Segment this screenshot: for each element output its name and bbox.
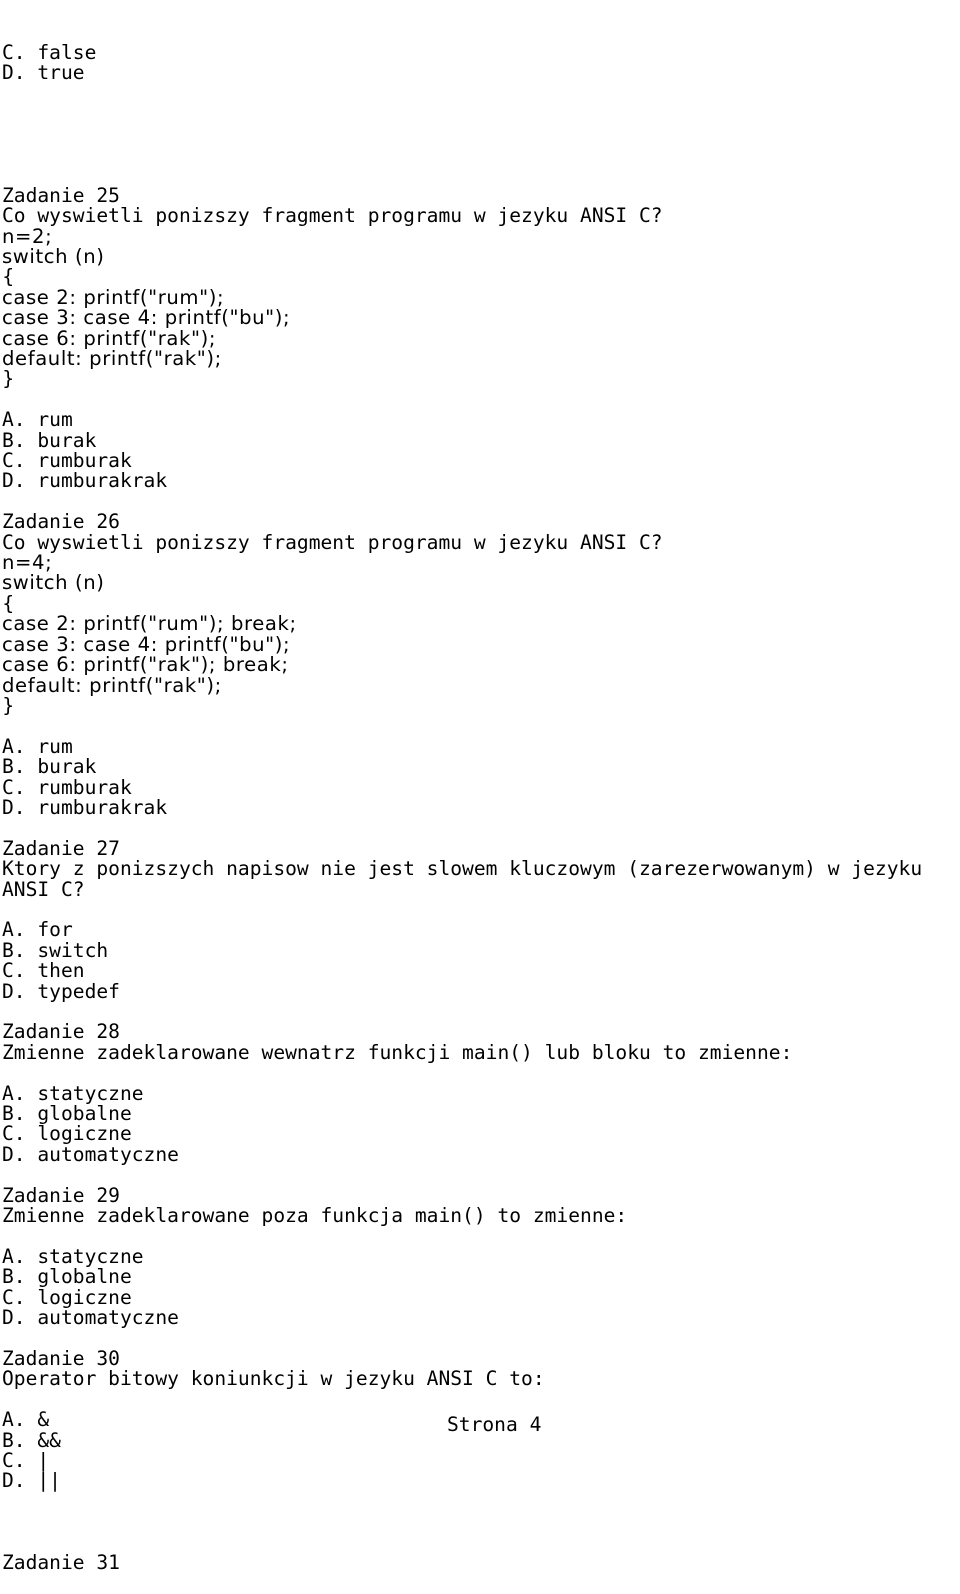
code-line: case 2: printf("rum"); break; xyxy=(2,612,297,636)
document-page: C. false D. true Zadanie 25 Co wyswietli p… xyxy=(2,2,960,1594)
answer-option: A. rum xyxy=(2,736,960,757)
answer-option: C. logiczne xyxy=(2,1124,960,1144)
code-line: n=4; xyxy=(2,551,53,575)
code-line: { xyxy=(2,591,16,615)
answer-option: B. globalne xyxy=(2,1103,960,1124)
task-section: Zadanie 29 Zmienne zadeklarowane poza fun… xyxy=(2,1183,960,1349)
answer-option: A. statyczne xyxy=(2,1083,960,1104)
option-text: automatyczne xyxy=(37,1306,179,1330)
option-separator xyxy=(26,1143,38,1166)
page-number: Strona 4 xyxy=(447,1413,542,1436)
task-title: Zadanie 31 xyxy=(2,1551,120,1574)
option-letter: D. xyxy=(2,1469,26,1493)
task-title: Zadanie 30 xyxy=(2,1346,120,1370)
option-letter: D. xyxy=(2,795,26,819)
answer-option: D. typedef xyxy=(2,979,960,1003)
task-question: Ktory z ponizszych napisow nie jest slow… xyxy=(2,857,923,881)
task-title: Zadanie 26 xyxy=(2,510,120,534)
answer-option: C. | xyxy=(2,1450,960,1471)
option-text: automatyczne xyxy=(37,1142,179,1166)
answer-option: D. true xyxy=(2,63,960,83)
task-question: Zmienne zadeklarowane wewnatrz funkcji m… xyxy=(2,1040,793,1064)
task-title: Zadanie 25 xyxy=(2,183,120,207)
task-title: Zadanie 28 xyxy=(2,1020,120,1044)
task-question: Zmienne zadeklarowane poza funkcja main(… xyxy=(2,1204,628,1228)
task-question: Co wyswietli ponizszy fragment programu … xyxy=(2,530,663,554)
task-title: Zadanie 29 xyxy=(2,1183,120,1207)
answer-option: B. globalne xyxy=(2,1267,960,1287)
task-section: Zadanie 25 Co wyswietli ponizszy fragment… xyxy=(2,183,960,513)
code-line: default: printf("rak"); xyxy=(2,347,222,370)
answer-option: C. rumburak xyxy=(2,450,960,471)
answer-option: A. statyczne xyxy=(2,1246,960,1267)
answer-option: C. logiczne xyxy=(2,1287,960,1308)
option-letter: D. xyxy=(2,469,26,493)
answer-option: B. burak xyxy=(2,430,960,451)
answer-option: B. switch xyxy=(2,940,960,961)
code-line: switch (n) xyxy=(2,571,105,595)
option-text: true xyxy=(37,61,85,85)
answer-option: A. rum xyxy=(2,410,960,430)
option-text: rumburakrak xyxy=(37,469,168,493)
task-section: Zadanie 27 Ktory z ponizszych napisow nie… xyxy=(2,836,960,1023)
answer-option: D. rumburakrak xyxy=(2,795,960,819)
answer-option: D. automatyczne xyxy=(2,1306,960,1330)
task-section: Zadanie 26 Co wyswietli ponizszy fragment… xyxy=(2,510,960,839)
task-title: Zadanie 27 xyxy=(2,836,120,860)
answer-option: B. burak xyxy=(2,756,960,777)
option-letter: D. xyxy=(2,61,26,85)
option-separator xyxy=(26,61,38,84)
answer-option: C. then xyxy=(2,960,960,981)
option-separator xyxy=(26,469,38,492)
task-question: Co wyswietli ponizszy fragment programu … xyxy=(2,204,663,228)
answer-option: D. automatyczne xyxy=(2,1142,960,1166)
code-line: case 3: case 4: printf("bu"); xyxy=(2,632,291,656)
answer-option: A. for xyxy=(2,920,960,940)
code-line: case 3: case 4: printf("bu"); xyxy=(2,306,291,330)
option-letter: D. xyxy=(2,1142,26,1166)
option-separator xyxy=(26,1306,38,1329)
code-line: case 6: printf("rak"); break; xyxy=(2,653,289,677)
code-line: n=2; xyxy=(2,224,53,248)
task-section: Zadanie 28 Zmienne zadeklarowane wewnatrz… xyxy=(2,1020,960,1185)
code-line: } xyxy=(2,367,16,391)
task-question: ANSI C? xyxy=(2,877,85,901)
code-line: { xyxy=(2,265,16,289)
answer-option: C. rumburak xyxy=(2,777,960,798)
code-line: default: printf("rak"); xyxy=(2,673,222,697)
code-line: switch (n) xyxy=(2,244,105,268)
option-text: rumburakrak xyxy=(37,795,168,819)
option-separator xyxy=(26,796,38,819)
option-separator xyxy=(26,980,38,1003)
task-list: Zadanie 25 Co wyswietli ponizszy fragment… xyxy=(2,183,960,1512)
answer-option: C. false xyxy=(2,42,960,63)
option-letter: D. xyxy=(2,1306,26,1330)
task-question: Operator bitowy koniunkcji w jezyku ANSI… xyxy=(2,1367,545,1391)
option-separator xyxy=(26,1469,38,1492)
code-line: } xyxy=(2,693,16,717)
option-text: || xyxy=(37,1469,61,1493)
code-line: case 6: printf("rak"); xyxy=(2,326,217,350)
answer-option: D. rumburakrak xyxy=(2,471,960,491)
leading-options: C. false D. true xyxy=(2,42,960,84)
option-letter: D. xyxy=(2,979,26,1003)
code-line: case 2: printf("rum"); xyxy=(2,285,225,309)
answer-option: D. || xyxy=(2,1471,960,1491)
option-text: typedef xyxy=(37,979,120,1003)
